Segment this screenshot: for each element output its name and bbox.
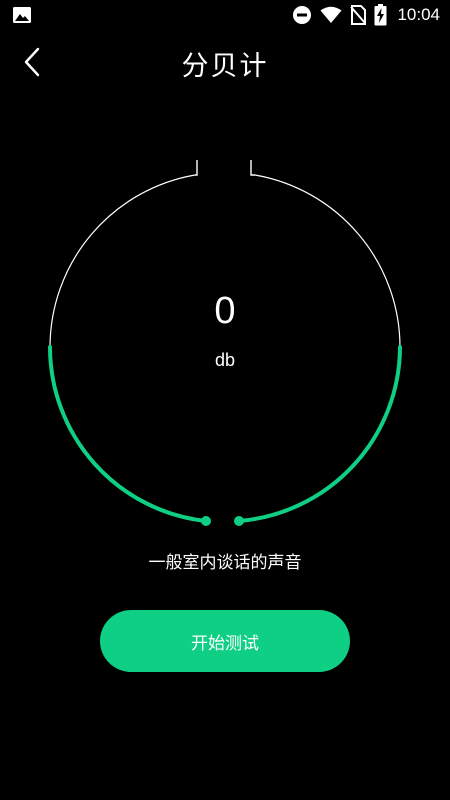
decibel-gauge [48, 160, 402, 526]
image-icon [12, 6, 32, 28]
gauge-end-dot-left [201, 516, 211, 526]
page-title: 分贝计 [181, 51, 269, 82]
no-sim-icon [350, 5, 367, 25]
gauge-gap-tick-right [250, 160, 255, 176]
wifi-icon [320, 6, 342, 24]
decibel-value: 0 [214, 290, 236, 332]
gauge-active-arc-right [237, 345, 402, 523]
status-time: 10:04 [397, 5, 440, 24]
gauge-gap-tick-left [195, 160, 198, 176]
app-header: 分贝计 [0, 30, 450, 94]
start-test-label: 开始测试 [191, 633, 259, 654]
dnd-icon [292, 5, 312, 25]
noise-description: 一般室内谈话的声音 [148, 553, 302, 573]
decibel-unit: db [214, 350, 236, 370]
status-bar: 10:04 [0, 0, 450, 30]
gauge-end-dot-right [234, 516, 244, 526]
battery-charging-icon [374, 4, 387, 26]
gauge-active-arc-left [48, 345, 208, 523]
start-test-button[interactable]: 开始测试 [100, 610, 350, 672]
